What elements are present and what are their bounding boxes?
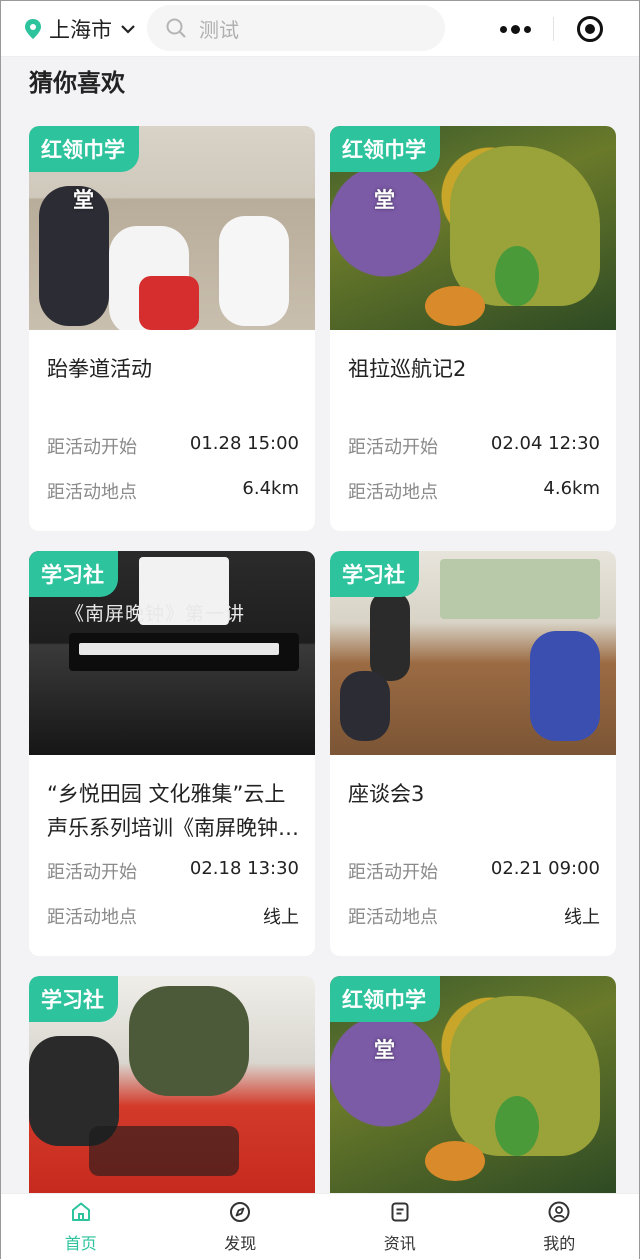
tab-label: 发现 bbox=[224, 1233, 257, 1253]
image-overlay-text: 《南屏晚钟》第一讲 bbox=[65, 603, 246, 625]
tab-label: 首页 bbox=[64, 1233, 97, 1253]
close-button[interactable] bbox=[554, 7, 628, 51]
mini-program-capsule bbox=[479, 7, 627, 51]
start-time-value: 01.28 15:00 bbox=[189, 433, 299, 454]
start-time-label: 距活动开始 bbox=[348, 862, 438, 883]
chevron-down-icon bbox=[121, 24, 135, 34]
tab-news[interactable]: 资讯 bbox=[320, 1194, 480, 1259]
distance-value: 线上 bbox=[564, 907, 600, 928]
start-time-value: 02.04 12:30 bbox=[490, 433, 600, 454]
distance-label: 距活动地点 bbox=[348, 907, 438, 928]
profile-icon bbox=[548, 1201, 570, 1222]
distance-row: 距活动地点 线上 bbox=[47, 903, 299, 929]
category-tag: 红领巾学 bbox=[330, 976, 440, 1022]
distance-row: 距活动地点 6.4km bbox=[47, 478, 299, 504]
location-pin-icon bbox=[25, 18, 41, 39]
start-time-label: 距活动开始 bbox=[47, 862, 137, 883]
home-icon bbox=[71, 1202, 90, 1221]
tab-home[interactable]: 首页 bbox=[1, 1194, 161, 1259]
activity-image: 红领巾学 堂 bbox=[330, 126, 616, 330]
activity-card[interactable]: 学习社 bbox=[29, 976, 315, 1193]
tab-discover[interactable]: 发现 bbox=[161, 1194, 321, 1259]
category-tag-suffix: 堂 bbox=[73, 188, 94, 212]
top-bar: 上海市 测试 bbox=[1, 1, 639, 57]
start-time-row: 距活动开始 01.28 15:00 bbox=[47, 433, 299, 459]
distance-value: 4.6km bbox=[543, 478, 600, 499]
search-input[interactable]: 测试 bbox=[199, 14, 239, 43]
section-title: 猜你喜欢 bbox=[29, 69, 125, 97]
category-tag-suffix: 堂 bbox=[374, 1038, 395, 1062]
distance-label: 距活动地点 bbox=[47, 482, 137, 503]
activity-card[interactable]: 红领巾学 堂 跆拳道活动 距活动开始 01.28 15:00 距活动地点 6.4… bbox=[29, 126, 315, 531]
news-icon bbox=[391, 1202, 409, 1221]
distance-row: 距活动地点 4.6km bbox=[348, 478, 600, 504]
city-name: 上海市 bbox=[49, 17, 112, 42]
activity-image: 《南屏晚钟》第一讲 学习社 bbox=[29, 551, 315, 755]
category-tag-suffix: 堂 bbox=[374, 188, 395, 212]
start-time-row: 距活动开始 02.18 13:30 bbox=[47, 858, 299, 884]
category-tag: 红领巾学 bbox=[29, 126, 139, 172]
category-tag: 学习社 bbox=[330, 551, 419, 597]
compass-icon bbox=[230, 1201, 251, 1222]
activity-card[interactable]: 《南屏晚钟》第一讲 学习社 “乡悦田园 文化雅集”云上声乐系列培训《南屏晚钟》第… bbox=[29, 551, 315, 956]
target-icon bbox=[577, 16, 604, 42]
activity-image: 学习社 bbox=[330, 551, 616, 755]
start-time-label: 距活动开始 bbox=[348, 437, 438, 458]
start-time-value: 02.18 13:30 bbox=[189, 858, 299, 879]
more-dot-icon bbox=[524, 25, 532, 33]
activity-title: 跆拳道活动 bbox=[47, 357, 152, 381]
start-time-row: 距活动开始 02.04 12:30 bbox=[348, 433, 600, 459]
distance-value: 6.4km bbox=[242, 478, 299, 499]
activity-image: 红领巾学 堂 bbox=[330, 976, 616, 1193]
start-time-row: 距活动开始 02.21 09:00 bbox=[348, 858, 600, 884]
more-dot-icon bbox=[500, 25, 508, 33]
tab-label: 我的 bbox=[543, 1233, 576, 1253]
activity-card[interactable]: 学习社 座谈会3 距活动开始 02.21 09:00 距活动地点 线上 bbox=[330, 551, 616, 956]
activity-card[interactable]: 红领巾学 堂 祖拉巡航记2 距活动开始 02.04 12:30 距活动地点 4.… bbox=[330, 126, 616, 531]
distance-label: 距活动地点 bbox=[47, 907, 137, 928]
category-tag: 学习社 bbox=[29, 976, 118, 1022]
start-time-value: 02.21 09:00 bbox=[490, 858, 600, 879]
bottom-tab-bar: 首页 发现 资讯 我的 bbox=[1, 1193, 639, 1259]
activity-title: 祖拉巡航记2 bbox=[348, 357, 467, 381]
start-time-label: 距活动开始 bbox=[47, 437, 137, 458]
city-selector[interactable]: 上海市 bbox=[23, 1, 136, 57]
distance-row: 距活动地点 线上 bbox=[348, 903, 600, 929]
search-icon bbox=[166, 18, 186, 38]
activity-card[interactable]: 红领巾学 堂 bbox=[330, 976, 616, 1193]
more-dot-icon bbox=[511, 24, 521, 34]
category-tag: 学习社 bbox=[29, 551, 118, 597]
distance-label: 距活动地点 bbox=[348, 482, 438, 503]
activity-title: 座谈会3 bbox=[348, 782, 425, 806]
tab-profile[interactable]: 我的 bbox=[480, 1194, 640, 1259]
activity-title: “乡悦田园 文化雅集”云上声乐系列培训《南屏晚钟》第一讲 bbox=[47, 782, 299, 840]
activity-image: 红领巾学 堂 bbox=[29, 126, 315, 330]
category-tag: 红领巾学 bbox=[330, 126, 440, 172]
activity-image: 学习社 bbox=[29, 976, 315, 1193]
tab-label: 资讯 bbox=[383, 1233, 416, 1253]
distance-value: 线上 bbox=[263, 907, 299, 928]
search-bar[interactable]: 测试 bbox=[147, 5, 445, 51]
more-button[interactable] bbox=[479, 7, 553, 51]
